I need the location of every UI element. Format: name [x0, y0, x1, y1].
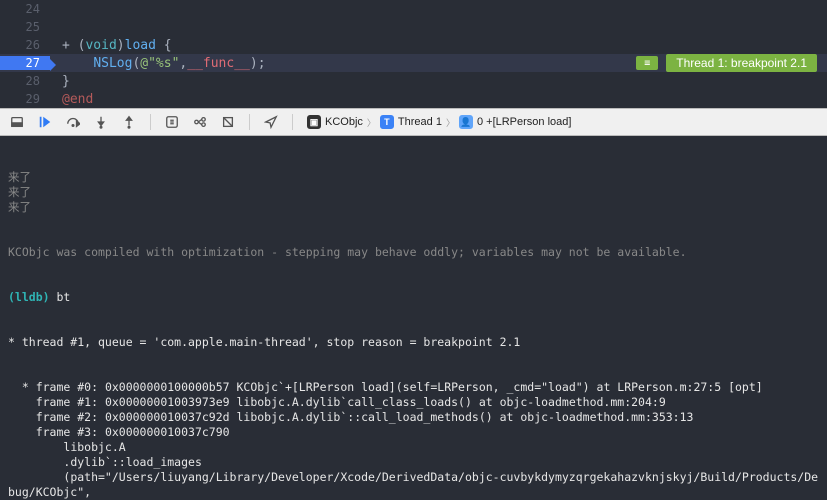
code-line[interactable]: 24: [0, 0, 827, 18]
breakpoint-indicator[interactable]: ≡ Thread 1: breakpoint 2.1: [626, 54, 827, 72]
thread-icon: T: [380, 115, 394, 129]
toolbar-separator: [150, 114, 151, 130]
step-over-icon[interactable]: [66, 115, 80, 129]
stack-frame: (path="/Users/liuyang/Library/Developer/…: [8, 470, 819, 500]
stack-frame: frame #1: 0x00000001003973e9 libobjc.A.d…: [8, 395, 819, 410]
line-number[interactable]: 24: [0, 2, 50, 16]
stack-frame: .dylib`::load_images: [8, 455, 819, 470]
chevron-right-icon: 〉: [367, 116, 376, 129]
console-line: 来了: [8, 170, 819, 185]
console-line: 来了: [8, 200, 819, 215]
line-number[interactable]: 26: [0, 38, 50, 52]
step-into-icon[interactable]: [94, 115, 108, 129]
console-output: 来了来了来了: [8, 170, 819, 215]
code-editor[interactable]: 242526+ (void)load {27 NSLog(@"%s",__fun…: [0, 0, 827, 108]
toolbar-separator: [292, 114, 293, 130]
continue-icon[interactable]: [38, 115, 52, 129]
breakpoint-label: Thread 1: breakpoint 2.1: [666, 54, 817, 72]
debug-view-icon[interactable]: [165, 115, 179, 129]
frame-icon: 👤: [459, 115, 473, 129]
crumb-target: KCObjc: [325, 116, 363, 128]
debug-toolbar: ▣ KCObjc 〉 T Thread 1 〉 👤 0 +[LRPerson l…: [0, 108, 827, 136]
stack-frame: frame #2: 0x000000010037c92d libobjc.A.d…: [8, 410, 819, 425]
line-number[interactable]: 27: [0, 56, 50, 70]
backtrace-frames: * frame #0: 0x0000000100000b57 KCObjc`+[…: [8, 380, 819, 500]
memory-graph-icon[interactable]: [193, 115, 207, 129]
location-icon[interactable]: [264, 115, 278, 129]
code-line[interactable]: 28}: [0, 72, 827, 90]
optimization-warning: KCObjc was compiled with optimization - …: [8, 245, 819, 260]
target-icon: ▣: [307, 115, 321, 129]
toolbar-separator: [249, 114, 250, 130]
hamburger-icon: ≡: [636, 56, 658, 70]
stack-frame: * frame #0: 0x0000000100000b57 KCObjc`+[…: [8, 380, 819, 395]
environment-icon[interactable]: [221, 115, 235, 129]
thread-header: * thread #1, queue = 'com.apple.main-thr…: [8, 335, 819, 350]
crumb-frame: 0 +[LRPerson load]: [477, 116, 571, 128]
debug-breadcrumb[interactable]: ▣ KCObjc 〉 T Thread 1 〉 👤 0 +[LRPerson l…: [307, 115, 571, 129]
code-content: + (void)load {: [50, 38, 827, 53]
debug-console[interactable]: 来了来了来了 KCObjc was compiled with optimiza…: [0, 136, 827, 500]
crumb-thread: Thread 1: [398, 116, 442, 128]
hide-debug-area-icon[interactable]: [10, 115, 24, 129]
code-line[interactable]: 29@end: [0, 90, 827, 108]
code-line[interactable]: 27 NSLog(@"%s",__func__); ≡ Thread 1: brea…: [0, 54, 827, 72]
stack-frame: frame #3: 0x000000010037c790: [8, 425, 819, 440]
code-content: }: [50, 74, 827, 89]
stack-frame: libobjc.A: [8, 440, 819, 455]
line-number[interactable]: 29: [0, 92, 50, 106]
code-line[interactable]: 26+ (void)load {: [0, 36, 827, 54]
console-line: 来了: [8, 185, 819, 200]
lldb-prompt-line: (lldb) bt: [8, 290, 819, 305]
code-content: NSLog(@"%s",__func__);: [50, 56, 626, 71]
chevron-right-icon: 〉: [446, 116, 455, 129]
step-out-icon[interactable]: [122, 115, 136, 129]
line-number[interactable]: 25: [0, 20, 50, 34]
code-line[interactable]: 25: [0, 18, 827, 36]
code-content: @end: [50, 92, 827, 107]
line-number[interactable]: 28: [0, 74, 50, 88]
